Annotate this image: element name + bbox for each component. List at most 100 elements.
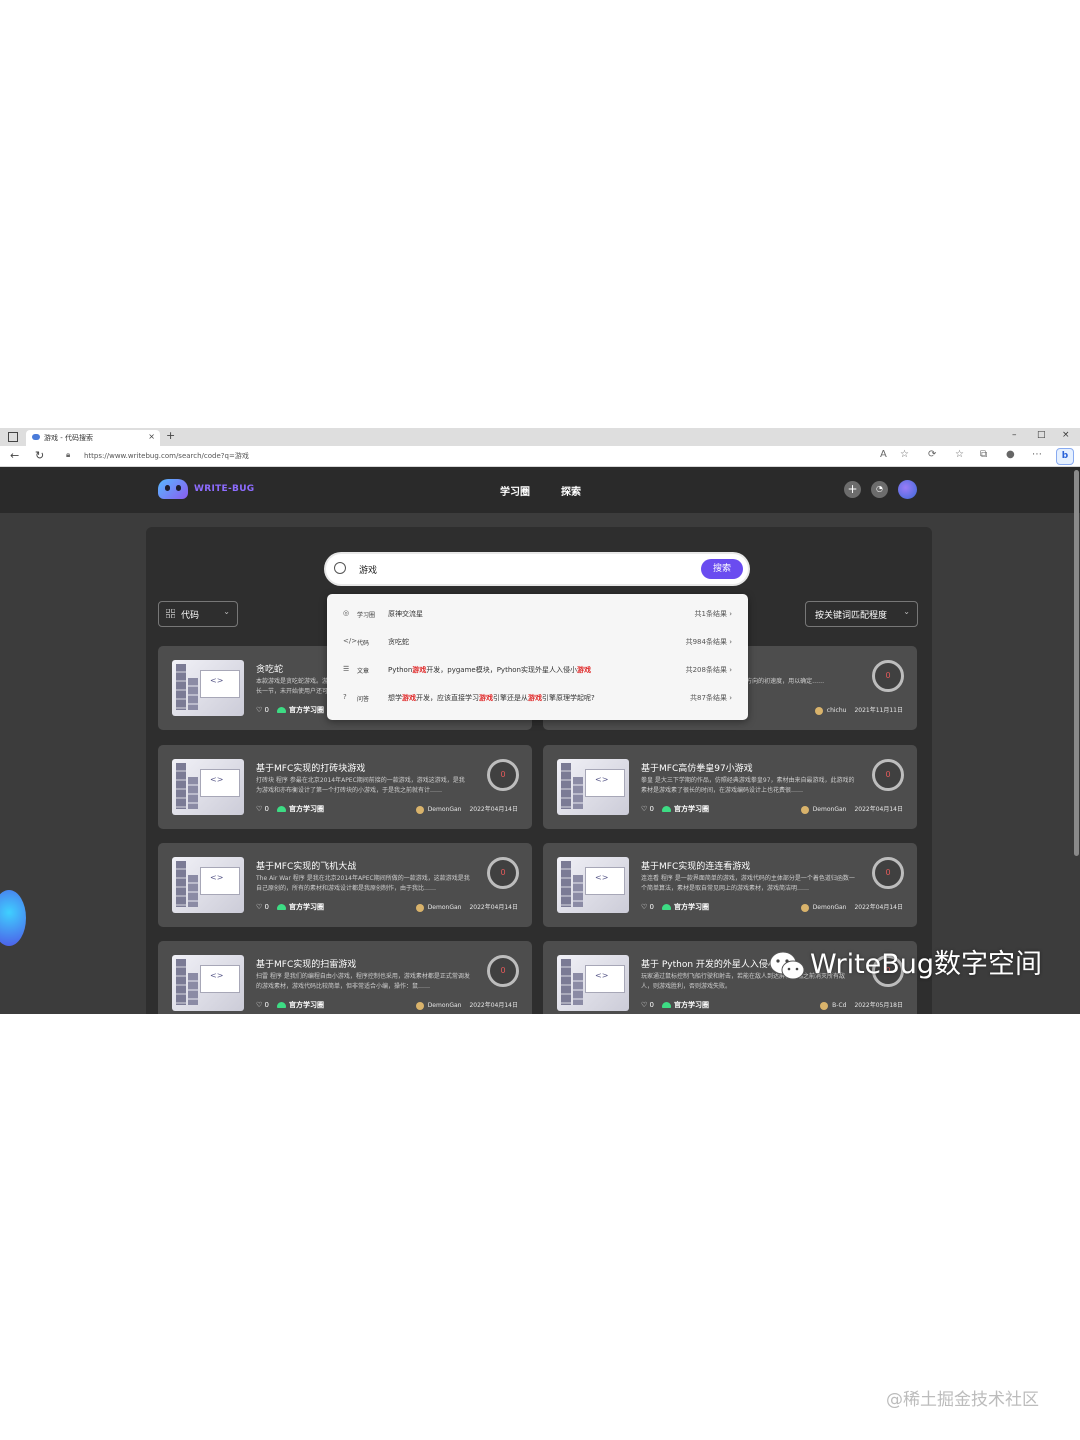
score-ring: 0 [872, 660, 904, 692]
card-title[interactable]: 基于MFC实现的扫雷游戏 [256, 957, 356, 970]
card-title[interactable]: 基于 Python 开发的外星人入侵小 [641, 957, 777, 970]
highlight-keyword: 游戏 [576, 666, 591, 674]
author-name[interactable]: B-Cd [832, 1002, 846, 1009]
like-count: 0 [649, 1001, 654, 1009]
card-title[interactable]: 基于MFC实现的打砖块游戏 [256, 761, 365, 774]
heart-icon[interactable]: ♡ [641, 1001, 647, 1009]
site-favicon-icon [32, 434, 40, 440]
search-input[interactable]: 游戏 [359, 563, 377, 576]
card-author: DemonGan 2022年04月14日 [415, 1000, 518, 1010]
suggestion-item[interactable]: ? 问答 想学游戏开发，应该直接学习游戏引擎还是从游戏引擎原理学起呢? 共87条… [327, 684, 748, 712]
card-date: 2022年04月14日 [469, 1002, 518, 1009]
group-link[interactable]: 官方学习圈 [661, 1001, 709, 1009]
back-icon[interactable]: ← [10, 449, 19, 462]
card-description: 连连看 程序 是一款界面简单的游戏，游戏代码的主体部分是一个着色道归函数一个简单… [641, 875, 855, 892]
heart-icon[interactable]: ♡ [641, 903, 647, 911]
page-scrollbar[interactable] [1074, 470, 1079, 856]
result-card[interactable]: <> 基于MFC高仿拳皇97小游戏 拳皇 是大三下学期的作品，仿照经典游戏拳皇97，… [543, 745, 917, 829]
author-name[interactable]: DemonGan [428, 1002, 462, 1009]
author-name[interactable]: DemonGan [813, 904, 847, 911]
suggestion-item[interactable]: ☰ 文章 Python游戏开发，pygame模块，Python实现外星人入侵小游… [327, 656, 748, 684]
heart-icon[interactable]: ♡ [256, 805, 262, 813]
wechat-watermark-text: WriteBug数字空间 [810, 949, 1043, 980]
logo-icon[interactable] [158, 479, 188, 499]
nav-study-circle[interactable]: 学习圈 [500, 483, 530, 498]
type-select[interactable]: 代码 ⌄ [158, 601, 238, 627]
author-avatar[interactable] [800, 903, 809, 912]
result-card[interactable]: <> 基于MFC实现的扫雷游戏 扫雷 程序 是我们的编程自由小游戏，程序控制也采用，… [158, 941, 532, 1014]
author-name[interactable]: DemonGan [428, 806, 462, 813]
heart-icon[interactable]: ♡ [256, 706, 262, 714]
suggestion-item[interactable]: ◎ 学习圈 原神交流星 共1条结果 › [327, 600, 748, 628]
card-author: DemonGan 2022年04月14日 [800, 804, 903, 814]
group-link[interactable]: 官方学习圈 [276, 706, 324, 714]
highlight-keyword: 游戏 [479, 694, 493, 702]
suggestion-type: 学习圈 [357, 612, 376, 619]
new-tab-button[interactable]: + [166, 429, 175, 442]
browser-tab[interactable]: 游戏 - 代码搜索 × [26, 430, 160, 446]
result-card[interactable]: <> 基于MFC实现的连连看游戏 连连看 程序 是一款界面简单的游戏，游戏代码的主体… [543, 843, 917, 927]
result-card[interactable]: <> 基于MFC实现的打砖块游戏 打砖块 程序 参最在北京2014年APEC期间前接… [158, 745, 532, 829]
favorites-icon[interactable]: ☆ [955, 449, 964, 460]
profile-icon[interactable]: ● [1006, 449, 1015, 460]
close-window-button[interactable]: × [1062, 430, 1070, 440]
code-icon: <> [210, 775, 224, 784]
sort-select[interactable]: 按关键词匹配程度 ⌄ [805, 601, 918, 627]
author-name[interactable]: chichu [827, 707, 847, 714]
group-link[interactable]: 官方学习圈 [276, 805, 324, 813]
add-button[interactable]: + [844, 481, 861, 498]
score-ring: 0 [487, 759, 519, 791]
suggestion-text: 贪吃蛇 [388, 637, 409, 647]
author-name[interactable]: DemonGan [813, 806, 847, 813]
suggestion-fragment: 贪吃蛇 [388, 638, 409, 646]
close-tab-icon[interactable]: × [148, 432, 155, 441]
card-title[interactable]: 基于MFC实现的连连看游戏 [641, 859, 750, 872]
author-avatar[interactable] [820, 1001, 829, 1010]
extensions-icon[interactable]: ⟳ [928, 449, 936, 460]
favorite-add-icon[interactable]: ☆ [900, 449, 909, 460]
author-avatar[interactable] [800, 805, 809, 814]
suggestion-fragment: 原神交流星 [388, 610, 423, 618]
group-name: 官方学习圈 [288, 1001, 324, 1009]
read-aloud-icon[interactable]: A [880, 449, 887, 460]
suggestion-item[interactable]: </> 代码 贪吃蛇 共984条结果 › [327, 628, 748, 656]
card-footer: ♡ 0 官方学习圈 [641, 804, 709, 814]
avatar[interactable] [898, 480, 917, 499]
card-title[interactable]: 基于MFC高仿拳皇97小游戏 [641, 761, 753, 774]
author-avatar[interactable] [814, 706, 823, 715]
search-button[interactable]: 搜索 [701, 559, 743, 579]
heart-icon[interactable]: ♡ [256, 903, 262, 911]
refresh-icon[interactable]: ↻ [35, 449, 44, 462]
bell-icon[interactable]: ◔ [871, 481, 888, 498]
card-thumbnail: <> [172, 660, 244, 716]
card-title[interactable]: 贪吃蛇 [256, 662, 283, 675]
heart-icon[interactable]: ♡ [641, 805, 647, 813]
maximize-button[interactable]: □ [1037, 430, 1046, 440]
heart-icon[interactable]: ♡ [256, 1001, 262, 1009]
card-author: B-Cd 2022年05月18日 [820, 1000, 903, 1010]
nav-explore[interactable]: 探索 [561, 483, 581, 498]
highlight-keyword: 游戏 [402, 694, 416, 702]
author-name[interactable]: DemonGan [428, 904, 462, 911]
lock-icon[interactable]: 🔒︎ [66, 450, 70, 460]
bing-icon[interactable]: b [1056, 448, 1074, 465]
group-link[interactable]: 官方学习圈 [276, 903, 324, 911]
suggestion-count: 共87条结果 › [690, 694, 732, 702]
url-field[interactable]: https://www.writebug.com/search/code?q=游… [84, 451, 249, 461]
mascot-image[interactable] [0, 890, 26, 946]
group-link[interactable]: 官方学习圈 [276, 1001, 324, 1009]
author-avatar[interactable] [415, 1001, 424, 1010]
group-link[interactable]: 官方学习圈 [661, 805, 709, 813]
result-card[interactable]: <> 基于MFC实现的飞机大战 The Air War 程序 是我在北京2014年A… [158, 843, 532, 927]
card-date: 2022年04月14日 [854, 806, 903, 813]
tab-actions-icon[interactable] [8, 432, 18, 442]
author-avatar[interactable] [415, 805, 424, 814]
group-link[interactable]: 官方学习圈 [661, 903, 709, 911]
collections-icon[interactable]: ⧉ [980, 449, 987, 460]
author-avatar[interactable] [415, 903, 424, 912]
suggestion-count: 共1条结果 › [694, 610, 733, 618]
logo-text[interactable]: WRITE-BUG [194, 484, 254, 494]
card-title[interactable]: 基于MFC实现的飞机大战 [256, 859, 356, 872]
minimize-button[interactable]: – [1012, 430, 1017, 440]
more-icon[interactable]: ⋯ [1032, 449, 1042, 460]
